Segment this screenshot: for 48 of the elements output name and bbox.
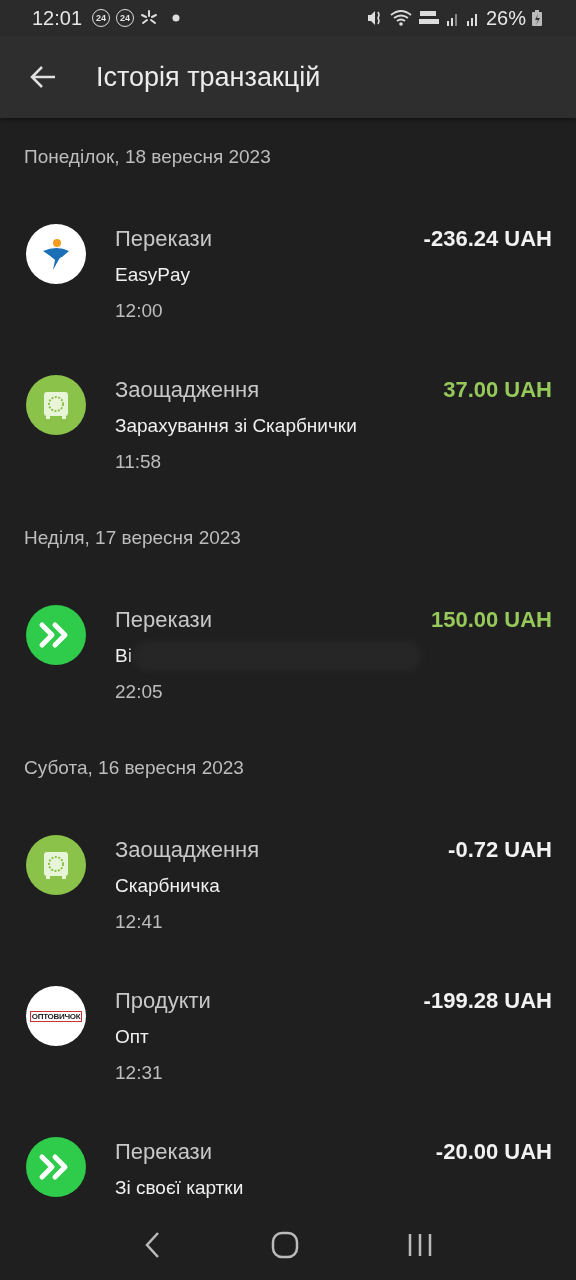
transaction-time: 22:05: [115, 680, 163, 704]
safe-icon: [26, 835, 86, 895]
transaction-category: Перекази: [115, 1138, 213, 1166]
transaction-description: Ві: [115, 644, 132, 668]
sparkle-icon: [140, 9, 159, 27]
store-logo-text: ОПТОВИЧОК: [29, 1010, 83, 1022]
transaction-category: Заощадження: [115, 836, 261, 864]
battery-percent: 26%: [485, 6, 526, 30]
back-arrow-icon[interactable]: [30, 65, 56, 89]
transaction-time: 12:41: [115, 910, 163, 934]
date-header: Понеділок, 18 вересня 2023: [24, 146, 271, 167]
transaction-description: Опт: [115, 1025, 149, 1049]
transaction-row[interactable]: Заощадження 37.00 UAH Зарахування зі Скарбнички 11:58: [0, 359, 576, 510]
figure-logo-icon: [26, 224, 86, 284]
transaction-description: Зарахування зі Скарбнички: [115, 414, 357, 438]
dot-icon: [172, 14, 181, 22]
double-chevron-icon: [26, 605, 86, 665]
status-time: 12:01: [32, 6, 83, 30]
transaction-description: EasyPay: [115, 263, 190, 287]
transaction-row[interactable]: ОПТОВИЧОК Продукти -199.28 UAH Опт 12:31: [0, 970, 576, 1121]
transaction-amount: 37.00 UAH: [443, 376, 552, 404]
transaction-time: 11:58: [115, 450, 162, 474]
transaction-category: Заощадження: [115, 376, 261, 404]
safe-icon: [26, 375, 86, 435]
home-icon[interactable]: [270, 1230, 300, 1260]
transaction-description: Зі своєї картки: [115, 1176, 244, 1200]
transaction-amount: -20.00 UAH: [435, 1138, 552, 1166]
transaction-category: Перекази: [115, 606, 213, 634]
screen-title: Історія транзакцій: [96, 61, 321, 93]
transaction-amount: -199.28 UAH: [423, 987, 552, 1015]
double-chevron-icon: [26, 1137, 86, 1197]
transaction-amount: -236.24 UAH: [423, 225, 552, 253]
date-header: Субота, 16 вересня 2023: [24, 757, 244, 778]
transaction-row[interactable]: Перекази -20.00 UAH Зі своєї картки: [0, 1121, 576, 1272]
wifi-icon: [389, 9, 412, 27]
transaction-time: 12:00: [115, 299, 163, 323]
battery-icon: [532, 10, 542, 26]
transaction-category: Перекази: [115, 225, 213, 253]
transaction-category: Продукти: [115, 987, 212, 1015]
transaction-row[interactable]: Заощадження -0.72 UAH Скарбничка 12:41: [0, 819, 576, 970]
transaction-time: 12:31: [115, 1061, 163, 1085]
transaction-amount: -0.72 UAH: [448, 836, 552, 864]
transaction-row[interactable]: Перекази -236.24 UAH EasyPay 12:00: [0, 208, 576, 359]
transaction-row[interactable]: Перекази 150.00 UAH Ві 22:05: [0, 589, 576, 740]
transaction-description: Скарбничка: [115, 874, 220, 898]
recent-apps-icon[interactable]: [406, 1232, 433, 1258]
transaction-amount: 150.00 UAH: [430, 606, 552, 634]
date-header: Неділя, 17 вересня 2023: [24, 527, 241, 548]
